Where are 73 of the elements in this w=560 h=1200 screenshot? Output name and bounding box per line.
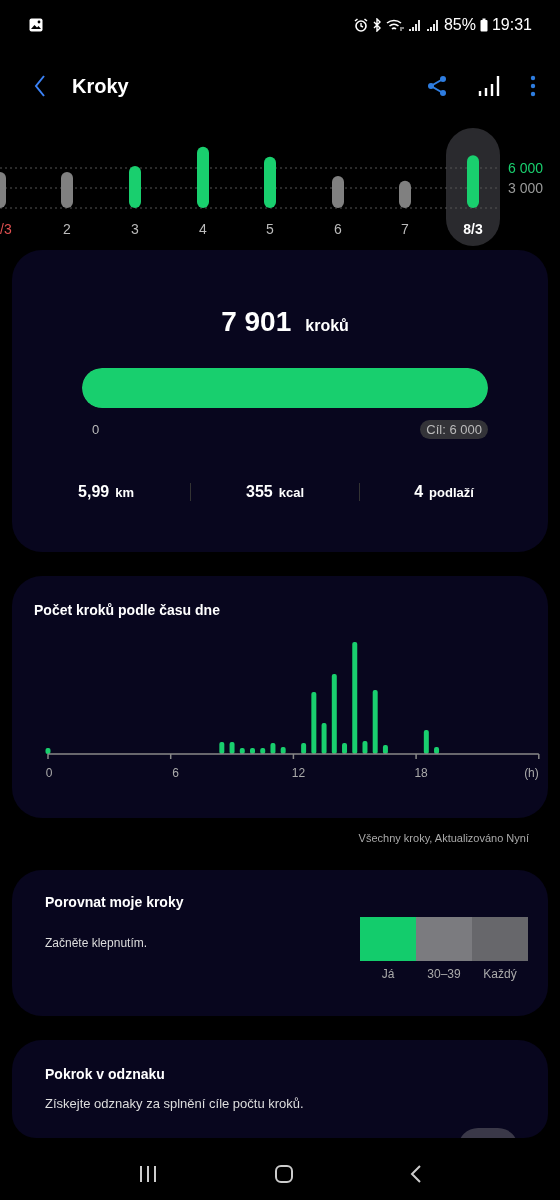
day-label[interactable]: 2 [63, 221, 71, 237]
chart-bar [372, 690, 378, 754]
card-title: Pokrok v odznaku [45, 1066, 166, 1082]
comparison-label: Každý [482, 967, 518, 981]
bluetooth-icon [371, 18, 382, 32]
chart-bar [342, 743, 348, 754]
chart-bar [321, 723, 327, 754]
day-label[interactable]: 7 [401, 221, 409, 237]
alarm-icon [353, 18, 368, 32]
scale-start: 0 [91, 422, 100, 437]
day-bar[interactable] [264, 156, 276, 208]
chart-bar [219, 742, 225, 754]
chart-bar [280, 747, 286, 754]
chart-bar [239, 748, 245, 754]
back-icon[interactable] [410, 1164, 422, 1184]
day-label[interactable]: 5 [266, 221, 274, 237]
card-title: Počet kroků podle času dne [34, 602, 221, 618]
day-label[interactable]: 8/3 [463, 221, 483, 237]
chart-bar [382, 745, 388, 754]
chart-bar [45, 748, 51, 754]
stat-unit: kcal [278, 485, 304, 500]
card-title: Porovnat moje kroky [45, 894, 185, 910]
chart-bar [434, 747, 440, 754]
chart-bar [260, 748, 266, 754]
day-label[interactable]: 4 [199, 221, 207, 237]
day-bar[interactable] [129, 166, 141, 208]
signal-icon [407, 18, 422, 32]
axis-label: 18 [414, 766, 428, 780]
home-icon[interactable] [274, 1164, 294, 1184]
stat-value: 4 [414, 483, 424, 501]
step-count: 7 901 [221, 306, 292, 338]
axis-label: 0 [45, 766, 53, 780]
badge-text: Získejte odznaky za splnění cíle počtu kroků. [45, 1096, 305, 1111]
stat-unit: km [115, 485, 134, 500]
day-bar[interactable] [197, 146, 209, 208]
day-bar[interactable] [332, 176, 344, 208]
chart-bar [270, 743, 276, 754]
gallery-icon [29, 18, 43, 32]
clock: 19:31 [491, 16, 532, 34]
axis-label: 6 [172, 766, 180, 780]
chart-bar [301, 743, 307, 754]
chart-bar [311, 692, 317, 754]
day-label[interactable]: 6 [334, 221, 342, 237]
goal-badge: Cíl: 6 000 [420, 420, 488, 439]
stat-value: 5,99 [78, 483, 110, 501]
day-bar[interactable] [0, 172, 6, 208]
day-bar[interactable] [467, 155, 479, 208]
axis-label: 12 [291, 766, 306, 780]
step-unit: kroků [305, 317, 349, 335]
compare-card[interactable]: Porovnat moje kroky Začněte klepnutím. Já 30–39 Každý [12, 870, 548, 1016]
chart-bar [229, 742, 235, 754]
wifi-icon [385, 18, 404, 32]
stat-value: 355 [246, 483, 273, 501]
comparison-label: Já [380, 967, 396, 981]
tick-label: 6 000 [508, 160, 544, 176]
tick-label: 3 000 [508, 180, 544, 196]
day-label[interactable]: 3 [131, 221, 139, 237]
day-label[interactable]: /3 [0, 221, 12, 237]
battery-icon [479, 18, 488, 32]
update-note: Všechny kroky, Aktualizováno Nyní [357, 831, 530, 846]
chart-bar [423, 730, 429, 754]
day-bar[interactable] [61, 172, 73, 208]
page-title: Kroky [72, 74, 129, 98]
chart-bar [250, 748, 255, 754]
signal-icon [425, 18, 440, 32]
chart-bar [362, 741, 368, 754]
recent-apps-icon[interactable] [138, 1164, 158, 1184]
day-bar[interactable] [399, 180, 411, 208]
axis-label: (h) [524, 766, 539, 780]
comparison-label: 30–39 [426, 967, 462, 981]
stat-unit: podlaží [429, 485, 474, 500]
hint-text: Začněte klepnutím. [45, 936, 149, 950]
battery-percent: 85% [443, 16, 476, 34]
